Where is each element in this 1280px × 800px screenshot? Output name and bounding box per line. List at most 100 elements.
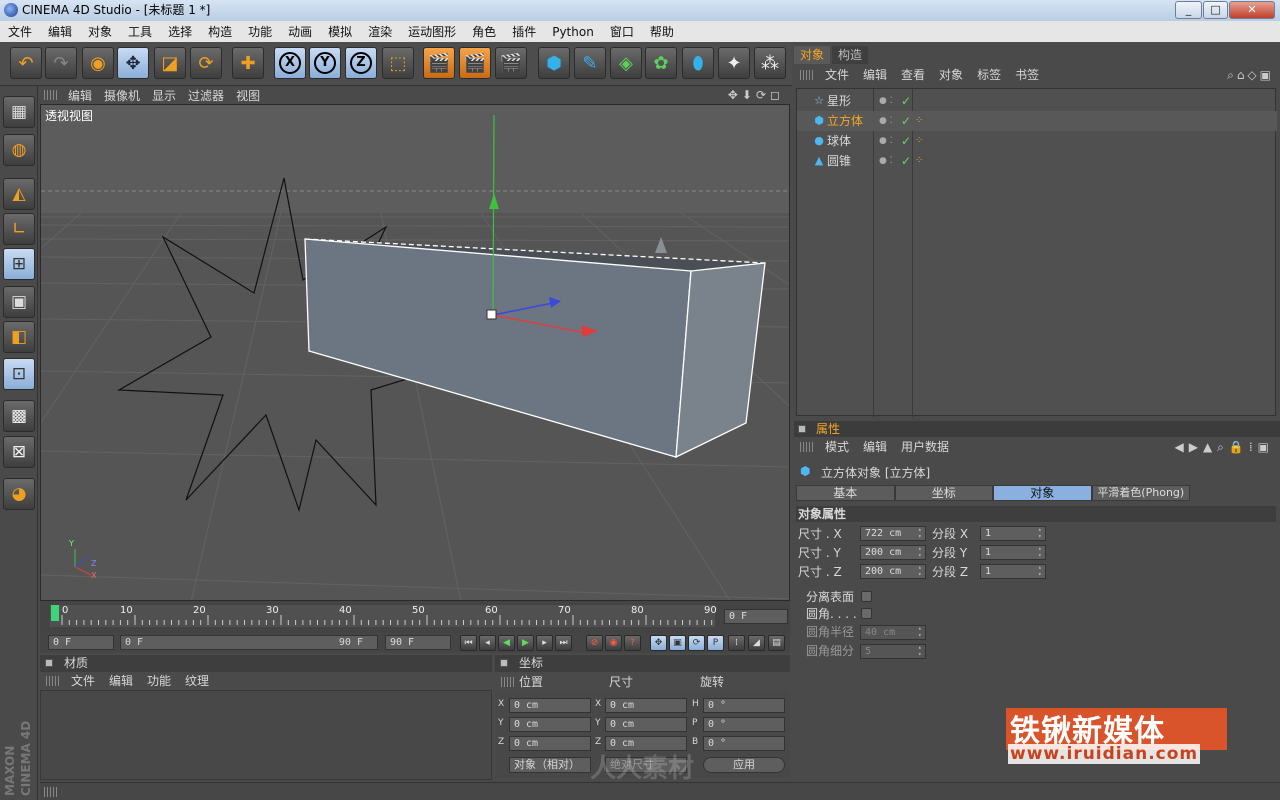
size-y-field[interactable]: 0 cm <box>605 717 687 732</box>
timeline-window-icon[interactable]: ◢ <box>748 635 765 651</box>
vp-menu-display[interactable]: 显示 <box>146 87 182 104</box>
polygons-mode-icon[interactable]: ◧ <box>3 321 35 353</box>
size-x-field[interactable]: 0 cm <box>605 698 687 713</box>
redo-icon[interactable]: ↷ <box>45 47 77 79</box>
size-y-field[interactable]: 200 cm <box>860 545 926 560</box>
menu-mograph[interactable]: 运动图形 <box>400 23 464 40</box>
panel-toggle-icon[interactable] <box>45 659 53 667</box>
menu-animate[interactable]: 动画 <box>280 23 320 40</box>
go-to-start-icon[interactable]: ⏮ <box>460 635 477 651</box>
rot-h-field[interactable]: 0 ° <box>703 698 785 713</box>
om-search-home-icons[interactable]: ⌕⌂◇▣ <box>1227 66 1280 84</box>
render-view-icon[interactable]: 🎬 <box>423 47 455 79</box>
list-item-sphere[interactable]: ● 球体 ● ⁚ ✓ ⁘ <box>797 131 1277 151</box>
seg-x-field[interactable]: 1 <box>980 526 1046 541</box>
nurbs-icon[interactable]: ◈ <box>610 47 642 79</box>
render-settings-icon[interactable]: 🎬 <box>495 47 527 79</box>
attr-menu-userdata[interactable]: 用户数据 <box>894 438 956 456</box>
tab-basic[interactable]: 基本 <box>796 485 895 501</box>
rot-b-field[interactable]: 0 ° <box>703 736 785 751</box>
make-editable-icon[interactable]: ▦ <box>3 96 35 128</box>
tab-coord[interactable]: 坐标 <box>894 485 993 501</box>
prev-frame-icon[interactable]: ◂ <box>479 635 496 651</box>
rotate-tool-icon[interactable]: ⟳ <box>190 47 222 79</box>
menu-render[interactable]: 渲染 <box>360 23 400 40</box>
visibility-dots-icon[interactable]: ● ⁚ <box>879 111 893 131</box>
tab-objects[interactable]: 对象 <box>794 46 831 64</box>
enabled-check-icon[interactable]: ✓ <box>901 151 911 171</box>
list-item-cone[interactable]: ▲ 圆锥 ● ⁚ ✓ ⁘ <box>797 151 1277 171</box>
enabled-check-icon[interactable]: ✓ <box>901 111 911 131</box>
viewport-nav-icons[interactable]: ✥⬇⟳◻ <box>728 88 790 102</box>
menu-python[interactable]: Python <box>544 25 602 39</box>
coord-mode-select[interactable]: 对象（相对） <box>509 757 591 773</box>
menu-edit[interactable]: 编辑 <box>40 23 80 40</box>
panel-toggle-icon[interactable] <box>500 659 508 667</box>
list-item-star[interactable]: ☆ 星形 ● ⁚ ✓ <box>797 91 1277 111</box>
menu-object[interactable]: 对象 <box>80 23 120 40</box>
menu-simulate[interactable]: 模拟 <box>320 23 360 40</box>
z-axis-lock-icon[interactable]: Z <box>345 47 377 79</box>
snap-icon[interactable]: ⊠ <box>3 436 35 468</box>
go-to-end-icon[interactable]: ⏭ <box>555 635 572 651</box>
menu-window[interactable]: 窗口 <box>602 23 642 40</box>
add-object-icon[interactable]: ✚ <box>232 47 264 79</box>
autokey-icon[interactable]: ◉ <box>605 635 622 651</box>
array-icon[interactable]: ✿ <box>645 47 677 79</box>
menu-build[interactable]: 构造 <box>200 23 240 40</box>
vp-menu-camera[interactable]: 摄像机 <box>98 87 146 104</box>
seg-y-field[interactable]: 1 <box>980 545 1046 560</box>
tag-icon[interactable]: ⁘ <box>915 151 923 171</box>
keyframe-selection-icon[interactable]: ? <box>624 635 641 651</box>
deformer-icon[interactable]: ⬮ <box>682 47 714 79</box>
checker-icon[interactable]: ▩ <box>3 400 35 432</box>
undo-icon[interactable]: ↶ <box>10 47 42 79</box>
separate-surfaces-checkbox[interactable] <box>861 591 872 602</box>
menu-character[interactable]: 角色 <box>464 23 504 40</box>
visibility-dots-icon[interactable]: ● ⁚ <box>879 131 893 151</box>
om-menu-bookmarks[interactable]: 书签 <box>1008 66 1046 84</box>
live-select-icon[interactable]: ◉ <box>82 47 114 79</box>
om-menu-tags[interactable]: 标签 <box>970 66 1008 84</box>
menu-function[interactable]: 功能 <box>240 23 280 40</box>
play-backward-icon[interactable]: ◀ <box>498 635 515 651</box>
cube-primitive-icon[interactable]: ⬢ <box>538 47 570 79</box>
key-position-icon[interactable]: ✥ <box>650 635 667 651</box>
next-frame-icon[interactable]: ▸ <box>536 635 553 651</box>
end-frame-field[interactable]: 90 F <box>385 635 451 650</box>
tab-structure[interactable]: 构造 <box>832 46 869 64</box>
apply-button[interactable]: 应用 <box>703 757 785 773</box>
x-axis-lock-icon[interactable]: X <box>274 47 306 79</box>
workplane-icon[interactable]: ∟ <box>3 213 35 245</box>
key-scale-icon[interactable]: ▣ <box>669 635 686 651</box>
tab-phong[interactable]: 平滑着色(Phong) <box>1091 485 1190 501</box>
attr-nav-icons[interactable]: ◀▶▲⌕🔒⁞▣ <box>1175 438 1280 456</box>
move-tool-icon[interactable]: ✥ <box>117 47 149 79</box>
visibility-dots-icon[interactable]: ● ⁚ <box>879 151 893 171</box>
menu-tools[interactable]: 工具 <box>120 23 160 40</box>
render-picture-viewer-icon[interactable]: 🎬 <box>459 47 491 79</box>
current-frame-field[interactable]: 0 F <box>724 609 788 624</box>
vp-menu-edit[interactable]: 编辑 <box>62 87 98 104</box>
record-icon[interactable]: ⊘ <box>586 635 603 651</box>
playhead[interactable] <box>51 605 59 621</box>
menu-help[interactable]: 帮助 <box>642 23 682 40</box>
y-axis-lock-icon[interactable]: Y <box>309 47 341 79</box>
fillet-radius-field[interactable]: 40 cm <box>860 625 926 640</box>
mat-menu-texture[interactable]: 纹理 <box>178 672 216 690</box>
edges-mode-icon[interactable]: ▣ <box>3 286 35 318</box>
points-mode-icon[interactable]: ⊞ <box>3 248 35 280</box>
timeline-settings-icon[interactable]: ▤ <box>768 635 785 651</box>
pos-y-field[interactable]: 0 cm <box>509 717 591 732</box>
frame-range-slider[interactable]: 0 F 90 F <box>120 635 378 650</box>
om-menu-object[interactable]: 对象 <box>932 66 970 84</box>
enabled-check-icon[interactable]: ✓ <box>901 131 911 151</box>
enabled-check-icon[interactable]: ✓ <box>901 91 911 111</box>
fillet-subdivision-field[interactable]: 5 <box>860 644 926 659</box>
vp-menu-view[interactable]: 视图 <box>230 87 266 104</box>
mat-menu-function[interactable]: 功能 <box>140 672 178 690</box>
key-pla-icon[interactable]: ⁞ <box>728 635 745 651</box>
scale-tool-icon[interactable]: ◪ <box>154 47 186 79</box>
size-z-field[interactable]: 200 cm <box>860 564 926 579</box>
om-menu-view[interactable]: 查看 <box>894 66 932 84</box>
